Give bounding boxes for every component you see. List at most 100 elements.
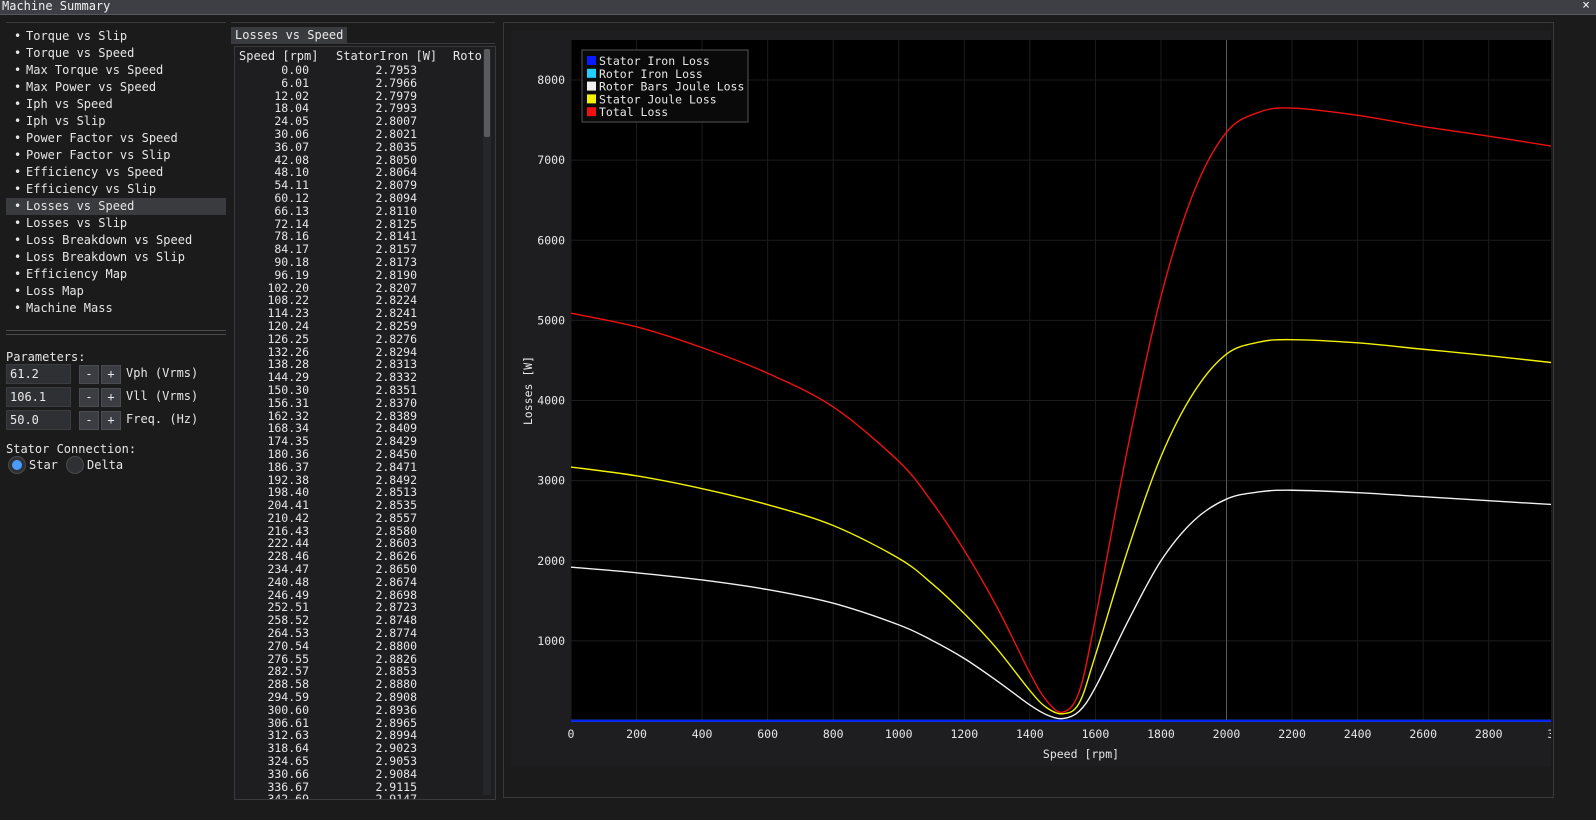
vph-decrement-button[interactable]: - bbox=[79, 365, 99, 384]
plot-list-item[interactable]: • Loss Map bbox=[6, 283, 226, 300]
cell-speed: 240.48 bbox=[267, 574, 309, 589]
freq-input[interactable]: 50.0 bbox=[6, 410, 71, 430]
bullet-icon: • bbox=[14, 267, 22, 281]
table-row[interactable]: 72.14 2.8125 bbox=[235, 217, 483, 231]
table-row[interactable]: 204.41 2.8535 bbox=[235, 499, 483, 512]
delta-radio-label[interactable]: Delta bbox=[87, 458, 123, 472]
table-row[interactable]: 96.19 2.8190 bbox=[235, 268, 483, 282]
plot-list-item[interactable]: • Max Power vs Speed bbox=[6, 79, 226, 96]
table-row[interactable]: 264.53 2.8774 bbox=[235, 627, 483, 640]
vll-input[interactable]: 106.1 bbox=[6, 387, 71, 407]
plot-list-item[interactable]: • Power Factor vs Speed bbox=[6, 130, 226, 147]
table-row[interactable]: 42.08 2.8050 bbox=[235, 153, 483, 167]
plot-list-item[interactable]: • Losses vs Speed bbox=[6, 198, 226, 215]
plot-list-item[interactable]: • Loss Breakdown vs Speed bbox=[6, 232, 226, 249]
table-row[interactable]: 240.48 2.8674 bbox=[235, 576, 483, 589]
bullet-icon: • bbox=[14, 301, 22, 315]
plot-list-item[interactable]: • Machine Mass bbox=[6, 300, 226, 317]
table-scrollbar[interactable] bbox=[483, 49, 491, 795]
plot-list-item-label: Iph vs Speed bbox=[26, 97, 113, 111]
losses-vs-speed-chart[interactable]: 0 200 400 600 800 1000 1200 1400 1600 1800 2000 220… bbox=[511, 30, 1551, 766]
plot-list-item-label: Losses vs Slip bbox=[26, 216, 128, 230]
plot-list-item-label: Max Power vs Speed bbox=[26, 80, 157, 94]
plot-list-item[interactable]: • Torque vs Slip bbox=[6, 28, 226, 45]
cell-speed: 186.37 bbox=[267, 459, 309, 474]
table-row[interactable]: 48.10 2.8064 bbox=[235, 166, 483, 179]
plot-list-item-label: Power Factor vs Speed bbox=[26, 131, 178, 145]
vph-input[interactable]: 61.2 bbox=[6, 364, 71, 384]
plot-list-item[interactable]: • Losses vs Slip bbox=[6, 215, 226, 232]
table-row[interactable]: 60.12 2.8094 bbox=[235, 192, 483, 205]
table-row[interactable]: 126.25 2.8276 bbox=[235, 332, 483, 346]
table-row[interactable]: 36.07 2.8035 bbox=[235, 140, 483, 154]
table-row[interactable]: 330.66 2.9084 bbox=[235, 768, 483, 781]
plot-list-item-label: Loss Breakdown vs Speed bbox=[26, 233, 193, 247]
vll-decrement-button[interactable]: - bbox=[79, 388, 99, 407]
cell-stator-iron: 2.8429 bbox=[375, 434, 417, 449]
cell-speed: 342.69 bbox=[267, 792, 309, 800]
table-row[interactable]: 294.59 2.8908 bbox=[235, 691, 483, 704]
table-row[interactable]: 180.36 2.8450 bbox=[235, 448, 483, 461]
table-row[interactable]: 174.35 2.8429 bbox=[235, 435, 483, 448]
plot-list-item[interactable]: • Power Factor vs Slip bbox=[6, 147, 226, 164]
nav-divider bbox=[6, 330, 226, 331]
table-row[interactable]: 78.16 2.8141 bbox=[235, 230, 483, 243]
table-row[interactable]: 156.31 2.8370 bbox=[235, 396, 483, 410]
star-radio[interactable] bbox=[8, 456, 26, 474]
y-tick-label: 2000 bbox=[537, 554, 565, 568]
window-title: Machine Summary bbox=[2, 0, 111, 13]
x-tick-label: 2000 bbox=[1213, 727, 1241, 741]
table-row[interactable]: 12.02 2.7979 bbox=[235, 89, 483, 103]
table-row[interactable]: 66.13 2.8110 bbox=[235, 204, 483, 218]
table-row[interactable]: 144.29 2.8332 bbox=[235, 371, 483, 384]
vll-increment-button[interactable]: + bbox=[101, 388, 121, 407]
freq-increment-button[interactable]: + bbox=[101, 411, 121, 430]
table-row[interactable]: 54.11 2.8079 bbox=[235, 179, 483, 192]
plot-list-item[interactable]: • Iph vs Slip bbox=[6, 113, 226, 130]
plot-area[interactable] bbox=[571, 40, 1551, 721]
column-header-speed[interactable]: Speed [rpm] bbox=[239, 49, 318, 63]
table-row[interactable]: 90.18 2.8173 bbox=[235, 256, 483, 269]
plot-list-item[interactable]: • Max Torque vs Speed bbox=[6, 62, 226, 79]
vph-increment-button[interactable]: + bbox=[101, 365, 121, 384]
table-row[interactable]: 210.42 2.8557 bbox=[235, 512, 483, 525]
freq-decrement-button[interactable]: - bbox=[79, 411, 99, 430]
plot-list-item[interactable]: • Torque vs Speed bbox=[6, 45, 226, 62]
delta-radio[interactable] bbox=[66, 456, 84, 474]
plot-list-item-label: Machine Mass bbox=[26, 301, 113, 315]
plot-list-item-label: Efficiency vs Slip bbox=[26, 182, 157, 196]
x-tick-label: 2800 bbox=[1475, 727, 1503, 741]
table-row[interactable]: 150.30 2.8351 bbox=[235, 384, 483, 397]
table-row[interactable]: 6.01 2.7966 bbox=[235, 76, 483, 90]
cell-speed: 204.41 bbox=[267, 498, 309, 513]
table-row[interactable]: 24.05 2.8007 bbox=[235, 115, 483, 128]
table-row[interactable]: 342.69 2.9147 bbox=[235, 792, 483, 800]
table-row[interactable]: 84.17 2.8157 bbox=[235, 243, 483, 256]
table-row[interactable]: 270.54 2.8800 bbox=[235, 640, 483, 653]
table-scroll-thumb[interactable] bbox=[484, 49, 490, 137]
plot-list-item[interactable]: • Efficiency vs Slip bbox=[6, 181, 226, 198]
x-tick-label: 1000 bbox=[885, 727, 913, 741]
plot-list-item[interactable]: • Efficiency Map bbox=[6, 266, 226, 283]
cell-stator-iron: 2.9084 bbox=[375, 766, 417, 781]
cell-speed: 180.36 bbox=[267, 446, 309, 461]
plot-list-item[interactable]: • Loss Breakdown vs Slip bbox=[6, 249, 226, 266]
table-row[interactable]: 300.60 2.8936 bbox=[235, 704, 483, 717]
close-icon[interactable]: × bbox=[1582, 0, 1590, 13]
star-radio-label[interactable]: Star bbox=[29, 458, 58, 472]
table-row[interactable]: 120.24 2.8259 bbox=[235, 320, 483, 333]
vll-row: 106.1 - + Vll (Vrms) bbox=[6, 387, 226, 407]
tab-losses-vs-speed[interactable]: Losses vs Speed bbox=[231, 27, 348, 43]
plot-list-item[interactable]: • Efficiency vs Speed bbox=[6, 164, 226, 181]
table-row[interactable]: 186.37 2.8471 bbox=[235, 459, 483, 474]
table-row[interactable]: 30.06 2.8021 bbox=[235, 128, 483, 141]
plot-list-item[interactable]: • Iph vs Speed bbox=[6, 96, 226, 113]
column-header-stator-iron[interactable]: StatorIron [W] bbox=[336, 49, 437, 63]
table-row[interactable]: 0.00 2.7953 bbox=[235, 64, 483, 77]
column-header-rotor[interactable]: Roto bbox=[453, 49, 482, 63]
table-row[interactable]: 324.65 2.9053 bbox=[235, 755, 483, 768]
table-row[interactable]: 234.47 2.8650 bbox=[235, 563, 483, 576]
legend-swatch bbox=[587, 94, 596, 104]
table-row[interactable]: 18.04 2.7993 bbox=[235, 102, 483, 115]
stator-connection-label: Stator Connection: bbox=[6, 442, 137, 456]
